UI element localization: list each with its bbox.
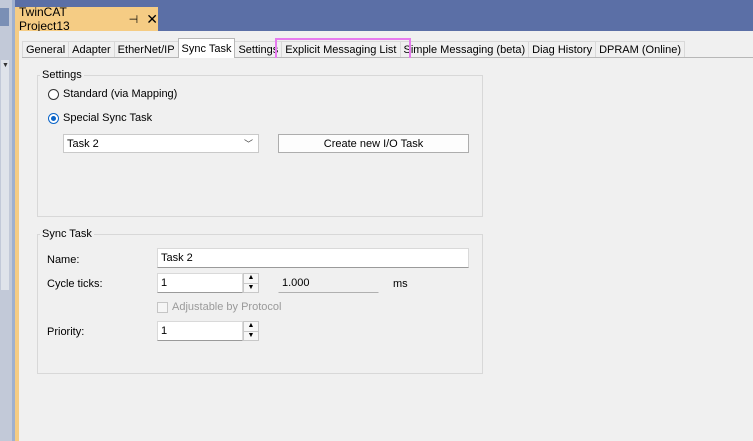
sync-task-legend: Sync Task bbox=[42, 228, 92, 240]
priority-field[interactable]: 1 bbox=[157, 321, 243, 341]
name-label: Name: bbox=[47, 254, 80, 266]
radio-special-label: Special Sync Task bbox=[63, 112, 153, 124]
create-io-task-button[interactable]: Create new I/O Task bbox=[278, 134, 469, 153]
name-field[interactable]: Task 2 bbox=[157, 248, 469, 268]
stepper-down-icon[interactable]: ▼ bbox=[244, 331, 258, 340]
radio-standard-indicator[interactable] bbox=[48, 88, 59, 100]
priority-value: 1 bbox=[161, 325, 168, 337]
priority-stepper[interactable]: 1 ▲ ▼ bbox=[157, 321, 259, 341]
stepper-down-icon[interactable]: ▼ bbox=[244, 283, 258, 292]
tab-ethernet-ip[interactable]: EtherNet/IP bbox=[113, 41, 179, 58]
close-icon[interactable]: ✕ bbox=[146, 12, 158, 26]
solution-explorer-strip: ▼ bbox=[0, 0, 12, 441]
adjustable-by-protocol-checkbox[interactable]: Adjustable by Protocol bbox=[157, 301, 281, 313]
chevron-down-icon[interactable]: ﹀ bbox=[244, 137, 253, 150]
document-tab[interactable]: TwinCAT Project13 ⊣ ✕ bbox=[15, 5, 158, 33]
cycle-time-field: 1.000 bbox=[278, 273, 379, 293]
stepper-up-icon[interactable]: ▲ bbox=[244, 322, 258, 332]
tab-sync-task[interactable]: Sync Task bbox=[177, 38, 236, 58]
tab-general[interactable]: General bbox=[22, 41, 70, 58]
priority-label: Priority: bbox=[47, 326, 85, 338]
name-value: Task 2 bbox=[161, 252, 193, 264]
radio-standard-label: Standard (via Mapping) bbox=[63, 88, 178, 100]
sync-task-page: Settings Standard (via Mapping) Special … bbox=[22, 58, 753, 441]
task-select[interactable]: Task 2 ﹀ bbox=[63, 134, 259, 153]
cycle-unit-label: ms bbox=[393, 278, 408, 290]
adjustable-label: Adjustable by Protocol bbox=[172, 301, 282, 313]
checkbox-box[interactable] bbox=[157, 301, 168, 313]
cycle-ticks-value: 1 bbox=[161, 277, 168, 289]
cycle-ticks-field[interactable]: 1 bbox=[157, 273, 243, 293]
tab-dpram-online[interactable]: DPRAM (Online) bbox=[595, 41, 685, 58]
tab-adapter[interactable]: Adapter bbox=[68, 41, 115, 58]
tab-simple-messaging[interactable]: Simple Messaging (beta) bbox=[399, 41, 530, 58]
radio-standard-mapping[interactable]: Standard (via Mapping) bbox=[48, 88, 177, 100]
document-tab-title: TwinCAT Project13 bbox=[19, 5, 70, 33]
task-select-value: Task 2 bbox=[67, 137, 99, 150]
pin-icon[interactable]: ⊣ bbox=[129, 13, 139, 26]
radio-special-sync-task[interactable]: Special Sync Task bbox=[48, 112, 152, 124]
chevron-down-icon[interactable]: ▼ bbox=[2, 62, 9, 69]
radio-special-indicator[interactable] bbox=[48, 112, 59, 124]
toolbar-fragment bbox=[0, 8, 9, 26]
settings-legend: Settings bbox=[42, 69, 82, 81]
stepper-up-icon[interactable]: ▲ bbox=[244, 274, 258, 284]
cycle-time-value: 1.000 bbox=[282, 277, 310, 289]
cycle-ticks-label: Cycle ticks: bbox=[47, 278, 103, 290]
cycle-ticks-stepper[interactable]: 1 ▲ ▼ bbox=[157, 273, 259, 293]
tab-diag-history[interactable]: Diag History bbox=[528, 41, 597, 58]
left-scrollbar[interactable] bbox=[1, 60, 9, 290]
